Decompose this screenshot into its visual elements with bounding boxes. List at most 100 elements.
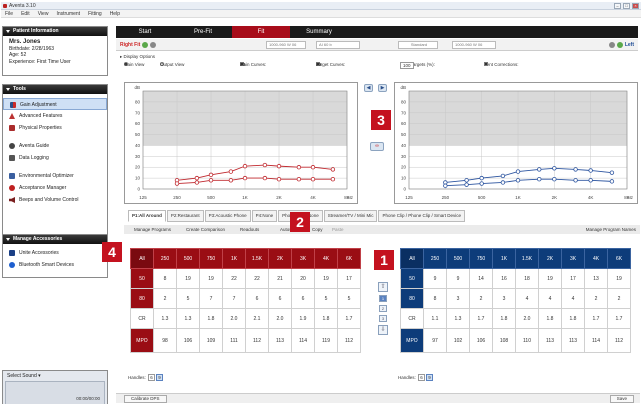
mpo-cell[interactable]: 112 [245, 328, 269, 353]
gain-cell[interactable]: 20 [291, 268, 315, 289]
gain-cell[interactable]: 19 [538, 268, 562, 289]
gain-cell[interactable]: 19 [199, 268, 223, 289]
tool-advanced-features[interactable]: Advanced Features [3, 110, 107, 122]
vent-corrections-checkbox[interactable] [484, 62, 488, 66]
accessory-bluetooth[interactable]: Bluetooth Smart Devices [3, 259, 107, 271]
tool-physical-properties[interactable]: Physical Properties [3, 122, 107, 134]
gain-cell[interactable]: 18 [515, 268, 539, 289]
left-device-field[interactable]: 1000-960 W 06 [452, 41, 496, 49]
patient-panel-header[interactable]: Patient Information [3, 27, 107, 36]
column-header[interactable]: 250 [423, 248, 447, 269]
column-header[interactable]: 1.5K [245, 248, 269, 269]
down-arrow-icon[interactable]: ⇩ [378, 325, 388, 335]
up-arrow-icon[interactable]: ⇧ [378, 282, 388, 292]
gain-cell[interactable]: 4 [561, 288, 585, 309]
program-tab-1[interactable]: P1:All Around [128, 210, 166, 222]
gain-cell[interactable]: 3 [446, 288, 470, 309]
mpo-cell[interactable]: 114 [584, 328, 608, 353]
menu-view[interactable]: View [38, 10, 49, 17]
mpo-cell[interactable]: 106 [176, 328, 200, 353]
readouts-button[interactable]: Readouts [240, 225, 259, 234]
column-header[interactable]: 500 [446, 248, 470, 269]
mpo-cell[interactable]: 111 [222, 328, 246, 353]
column-header[interactable]: 3K [291, 248, 315, 269]
accessory-unite[interactable]: Unite Accessories [3, 247, 107, 259]
mpo-cell[interactable]: 106 [469, 328, 493, 353]
select-sound-dropdown[interactable]: Select Sound [7, 373, 37, 379]
menu-file[interactable]: File [5, 10, 13, 17]
gain-cell[interactable]: 22 [245, 268, 269, 289]
mpo-cell[interactable]: 98 [153, 328, 177, 353]
paste-button[interactable]: Paste [332, 225, 344, 234]
column-header[interactable]: 1K [492, 248, 516, 269]
column-header[interactable]: 4K [584, 248, 608, 269]
gain-cell[interactable]: 3 [492, 288, 516, 309]
mpo-cell[interactable]: 109 [199, 328, 223, 353]
tab-fit[interactable]: Fit [232, 26, 290, 38]
gain-cell[interactable]: 19 [607, 268, 631, 289]
sync-icon[interactable] [150, 41, 157, 48]
gain-cell[interactable]: 4 [515, 288, 539, 309]
menu-help[interactable]: Help [110, 10, 120, 17]
calibrate-dps-button[interactable]: Calibrate DPS [124, 395, 167, 403]
gain-cell[interactable]: 5 [337, 288, 361, 309]
column-header[interactable]: 1.5K [515, 248, 539, 269]
row-header-mpo[interactable]: MPO [130, 328, 154, 353]
tool-environmental-optimizer[interactable]: Environmental Optimizer [3, 170, 107, 182]
gain-cell[interactable]: 14 [469, 268, 493, 289]
column-header[interactable]: 1K [222, 248, 246, 269]
gain-cell[interactable]: 2 [469, 288, 493, 309]
column-header[interactable]: 2K [538, 248, 562, 269]
program-tab-streamer[interactable]: Streamer/TV / Mini Mic [323, 210, 378, 222]
mpo-cell[interactable]: 110 [515, 328, 539, 353]
gain-cell[interactable]: 13 [584, 268, 608, 289]
manage-programs-button[interactable]: Manage Programs [134, 225, 171, 234]
gain-cell[interactable]: 2 [153, 288, 177, 309]
handles-9-button[interactable]: 9 [426, 374, 434, 381]
gain-cell[interactable]: 6 [245, 288, 269, 309]
gain-cell[interactable]: 8 [423, 288, 447, 309]
gain-cell[interactable]: 7 [199, 288, 223, 309]
manage-program-names-button[interactable]: Manage Program Names [586, 225, 636, 234]
mpo-cell[interactable]: 113 [538, 328, 562, 353]
right-device-field[interactable]: 1000-960 W 06 [266, 41, 306, 49]
gain-cell[interactable]: 2 [584, 288, 608, 309]
row-header-80[interactable]: 80 [130, 288, 154, 309]
gain-cell[interactable]: 2 [607, 288, 631, 309]
link-ears-icon[interactable]: ∞ [370, 142, 384, 151]
program-select[interactable]: AI 60 b [316, 41, 360, 49]
gain-cell[interactable]: 19 [176, 268, 200, 289]
row-header-50[interactable]: 50 [130, 268, 154, 289]
menu-edit[interactable]: Edit [21, 10, 30, 17]
gain-cell[interactable]: 19 [314, 268, 338, 289]
gain-cell[interactable]: 22 [222, 268, 246, 289]
column-header[interactable]: 250 [153, 248, 177, 269]
standard-button[interactable]: Standard [398, 41, 438, 49]
handles-9-button[interactable]: 9 [156, 374, 164, 381]
mpo-cell[interactable]: 112 [337, 328, 361, 353]
gain-cell[interactable]: 8 [153, 268, 177, 289]
column-header[interactable]: 3K [561, 248, 585, 269]
copy-button[interactable]: Copy [312, 225, 323, 234]
program-tab-phone-clip[interactable]: Phone Clip / Phone Clip / Smart Device [378, 210, 466, 222]
tool-beeps-volume[interactable]: Beeps and Volume Control [3, 194, 107, 206]
program-tab-4[interactable]: P4:None [251, 210, 278, 222]
tool-gain-adjustment[interactable]: Gain Adjustment [3, 98, 107, 110]
minimize-icon[interactable]: – [614, 3, 621, 9]
mpo-cell[interactable]: 97 [423, 328, 447, 353]
create-comparison-button[interactable]: Create Comparison [186, 225, 225, 234]
row-header-80[interactable]: 80 [400, 288, 424, 309]
program-tab-2[interactable]: P2:Restaurant [166, 210, 204, 222]
gain-cell[interactable]: 4 [538, 288, 562, 309]
link-left-button[interactable]: ▶ [378, 84, 387, 92]
nav-button-1[interactable]: 1 [379, 295, 387, 302]
mpo-cell[interactable]: 114 [291, 328, 315, 353]
nav-button-3[interactable]: 3 [379, 315, 387, 322]
mpo-cell[interactable]: 102 [446, 328, 470, 353]
accessories-panel-header[interactable]: Manage Accessories [3, 235, 107, 244]
mpo-cell[interactable]: 119 [314, 328, 338, 353]
mpo-cell[interactable]: 112 [607, 328, 631, 353]
maximize-icon[interactable]: □ [623, 3, 630, 9]
tool-data-logging[interactable]: Data Logging [3, 152, 107, 164]
column-header-all[interactable]: All [130, 248, 154, 269]
